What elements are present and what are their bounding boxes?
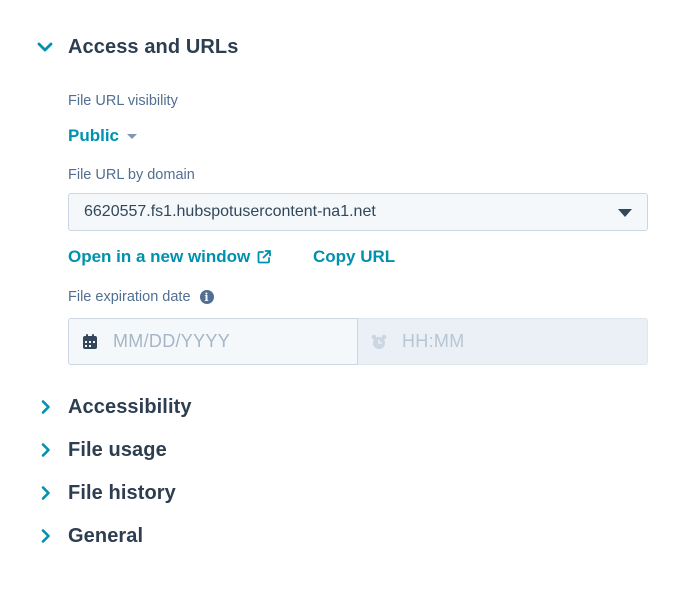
section-access-and-urls[interactable]: Access and URLs xyxy=(34,32,238,62)
section-general[interactable]: General xyxy=(34,521,143,551)
info-icon[interactable]: i xyxy=(199,290,214,304)
expiration-label-row: File expiration date i xyxy=(68,289,214,305)
chevron-right-icon xyxy=(34,396,56,418)
caret-down-icon xyxy=(618,209,632,217)
expiration-date-input[interactable]: MM/DD/YYYY xyxy=(68,318,358,365)
domain-value: 6620557.fs1.hubspotusercontent-na1.net xyxy=(84,203,376,220)
visibility-label: File URL visibility xyxy=(68,93,178,109)
section-title: File usage xyxy=(68,438,167,461)
external-link-icon xyxy=(256,249,272,265)
chevron-right-icon xyxy=(34,439,56,461)
section-file-usage[interactable]: File usage xyxy=(34,435,167,465)
expiration-label: File expiration date xyxy=(68,289,191,305)
calendar-icon xyxy=(81,333,99,351)
file-details-panel: Access and URLs File URL visibility Publ… xyxy=(0,0,700,596)
chevron-down-icon xyxy=(34,36,56,58)
domain-label: File URL by domain xyxy=(68,167,195,183)
chevron-right-icon xyxy=(34,525,56,547)
chevron-right-icon xyxy=(34,482,56,504)
time-placeholder: HH:MM xyxy=(402,331,465,351)
section-title: File history xyxy=(68,481,176,504)
section-file-history[interactable]: File history xyxy=(34,478,176,508)
caret-down-icon xyxy=(127,133,138,139)
copy-url-link[interactable]: Copy URL xyxy=(313,245,395,269)
section-title: Accessibility xyxy=(68,395,192,418)
alarm-clock-icon xyxy=(370,333,388,351)
visibility-value: Public xyxy=(68,126,120,145)
visibility-dropdown[interactable]: Public xyxy=(68,124,138,148)
open-link-label: Open in a new window xyxy=(68,247,251,266)
date-placeholder: MM/DD/YYYY xyxy=(113,331,231,351)
section-accessibility[interactable]: Accessibility xyxy=(34,392,192,422)
domain-select[interactable]: 6620557.fs1.hubspotusercontent-na1.net xyxy=(68,193,648,231)
expiration-date-time-group: MM/DD/YYYY HH:MM xyxy=(68,318,648,365)
expiration-time-input: HH:MM xyxy=(358,318,648,365)
section-title: Access and URLs xyxy=(68,35,239,58)
section-title: General xyxy=(68,524,144,547)
open-in-new-window-link[interactable]: Open in a new window xyxy=(68,245,272,269)
copy-url-label: Copy URL xyxy=(313,247,396,266)
